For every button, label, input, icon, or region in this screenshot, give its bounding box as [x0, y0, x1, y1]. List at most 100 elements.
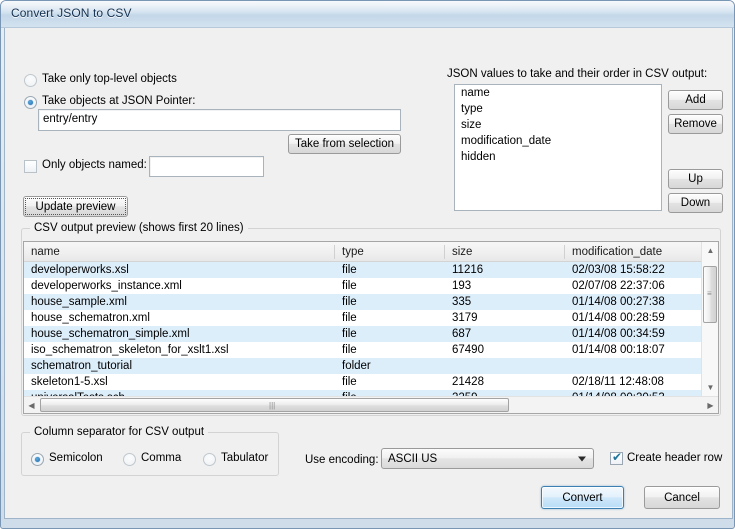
table-cell-name: schematron_tutorial [31, 360, 132, 372]
column-header-type[interactable]: type [335, 242, 445, 262]
scroll-right-icon[interactable]: ▶ [703, 397, 718, 413]
table-row[interactable]: developerworks.xsl file 11216 02/03/08 15:5… [24, 262, 718, 278]
table-row[interactable]: developerworks_instance.xml file 193 02/07/… [24, 278, 718, 294]
vertical-scroll-thumb[interactable]: ≡ [703, 266, 717, 323]
dialog-window: Convert JSON to CSV Take only top-level … [0, 0, 735, 529]
label-comma: Comma [141, 452, 182, 464]
table-cell-size [445, 358, 565, 374]
scroll-grip-icon: ||| [269, 401, 276, 410]
column-separator-group-label: Column separator for CSV output [30, 426, 209, 438]
dialog-client-area: Take only top-level objects Take objects… [4, 28, 733, 519]
table-row[interactable]: house_sample.xml file 335 01/14/08 00:27:38 [24, 294, 718, 310]
up-button[interactable]: Up [668, 169, 723, 189]
table-row[interactable]: iso_schematron_skeleton_for_xslt1.xsl fil… [24, 342, 718, 358]
title-bar: Convert JSON to CSV [1, 1, 734, 28]
use-encoding-label: Use encoding: [305, 454, 379, 466]
column-header-name[interactable]: name [24, 242, 335, 262]
table-cell-type: file [342, 344, 357, 356]
table-cell-name: house_schematron_simple.xml [31, 328, 190, 340]
add-button[interactable]: Add [668, 90, 723, 110]
table-cell-size: 335 [452, 296, 472, 308]
only-objects-named-input[interactable] [149, 156, 264, 177]
scroll-up-icon[interactable]: ▲ [702, 242, 718, 259]
scroll-grip-icon: ≡ [707, 289, 712, 298]
list-item[interactable]: type [455, 101, 661, 117]
table-cell-name: iso_schematron_skeleton_for_xslt1.xsl [31, 344, 229, 356]
column-header-label: type [342, 246, 364, 258]
radio-comma[interactable] [123, 453, 136, 466]
column-header-label: name [31, 246, 60, 258]
table-cell-type: file [342, 328, 357, 340]
table-cell-name: developerworks_instance.xml [31, 280, 182, 292]
column-header-size[interactable]: size [445, 242, 565, 262]
table-row[interactable]: house_schematron.xml file 3179 01/14/08 00:… [24, 310, 718, 326]
table-cell-type: file [342, 376, 357, 388]
table-cell-name: developerworks.xsl [31, 264, 129, 276]
column-header-label: modification_date [572, 246, 663, 258]
cancel-button[interactable]: Cancel [644, 486, 720, 509]
table-row[interactable]: house_schematron_simple.xml file 687 01/14/… [24, 326, 718, 342]
table-cell-type: file [342, 264, 357, 276]
window-title: Convert JSON to CSV [11, 6, 132, 20]
remove-button[interactable]: Remove [668, 114, 723, 134]
list-item[interactable]: name [455, 85, 661, 101]
radio-take-top-level[interactable] [24, 74, 37, 87]
column-header-modification-date[interactable]: modification_date [565, 242, 702, 262]
table-cell-name: house_sample.xml [31, 296, 127, 308]
table-row[interactable]: skeleton1-5.xsl file 21428 02/18/11 12:48:0… [24, 374, 718, 390]
horizontal-scroll-thumb[interactable]: ||| [40, 398, 509, 412]
convert-button[interactable]: Convert [541, 486, 624, 509]
list-item[interactable]: modification_date [455, 133, 661, 149]
encoding-select[interactable]: ASCII US [381, 448, 594, 469]
table-header-row: name type size modification_date [24, 242, 718, 262]
table-cell-modification_date: 01/14/08 00:34:59 [572, 328, 665, 340]
label-semicolon: Semicolon [49, 452, 103, 464]
checkbox-only-objects-named[interactable] [24, 160, 37, 173]
scroll-down-icon[interactable]: ▼ [702, 379, 718, 396]
table-body: developerworks.xsl file 11216 02/03/08 15:5… [24, 262, 718, 413]
down-button[interactable]: Down [668, 193, 723, 213]
table-cell-modification_date: 01/14/08 00:18:07 [572, 344, 665, 356]
csv-preview-group-label: CSV output preview (shows first 20 lines… [30, 222, 248, 234]
table-cell-size: 67490 [452, 344, 484, 356]
table-cell-modification_date: 01/14/08 00:28:59 [572, 312, 665, 324]
list-item[interactable]: size [455, 117, 661, 133]
table-row[interactable]: schematron_tutorial folder [24, 358, 718, 374]
label-only-objects-named: Only objects named: [42, 159, 147, 171]
checkbox-create-header-row[interactable] [610, 450, 623, 465]
radio-tabulator[interactable] [203, 453, 216, 466]
table-cell-type: file [342, 312, 357, 324]
table-cell-size: 21428 [452, 376, 484, 388]
csv-preview-table[interactable]: name type size modification_date develop… [23, 241, 719, 414]
table-cell-size: 11216 [452, 264, 484, 276]
update-preview-button[interactable]: Update preview [23, 196, 128, 217]
label-take-top-level: Take only top-level objects [42, 73, 177, 85]
table-cell-modification_date: 02/07/08 22:37:06 [572, 280, 665, 292]
table-cell-size: 193 [452, 280, 472, 292]
table-cell-modification_date: 01/14/08 00:27:38 [572, 296, 665, 308]
table-cell-type: folder [342, 360, 371, 372]
json-pointer-input[interactable]: entry/entry [38, 109, 401, 131]
table-cell-type: file [342, 296, 357, 308]
table-cell-type: file [342, 280, 357, 292]
table-cell-modification_date [565, 358, 718, 374]
list-item[interactable]: hidden [455, 149, 661, 165]
radio-take-json-pointer[interactable] [24, 96, 37, 109]
radio-semicolon[interactable] [31, 453, 44, 466]
table-vertical-scrollbar[interactable]: ▲ ≡ ▼ [701, 242, 718, 396]
take-from-selection-button[interactable]: Take from selection [288, 134, 401, 154]
label-create-header-row: Create header row [627, 452, 723, 464]
table-cell-name: house_schematron.xml [31, 312, 150, 324]
scroll-left-icon[interactable]: ◀ [24, 397, 39, 413]
table-cell-modification_date: 02/18/11 12:48:08 [572, 376, 664, 388]
chevron-down-icon [578, 456, 586, 461]
table-cell-modification_date: 02/03/08 15:58:22 [572, 264, 665, 276]
label-tabulator: Tabulator [221, 452, 269, 464]
table-horizontal-scrollbar[interactable]: ◀ ||| ▶ [24, 396, 718, 413]
table-cell-size: 3179 [452, 312, 478, 324]
json-values-listbox[interactable]: name type size modification_date hidden [454, 84, 662, 211]
table-cell-name: skeleton1-5.xsl [31, 376, 108, 388]
label-take-json-pointer: Take objects at JSON Pointer: [42, 95, 196, 107]
table-cell-size: 687 [452, 328, 472, 340]
column-header-label: size [452, 246, 473, 258]
